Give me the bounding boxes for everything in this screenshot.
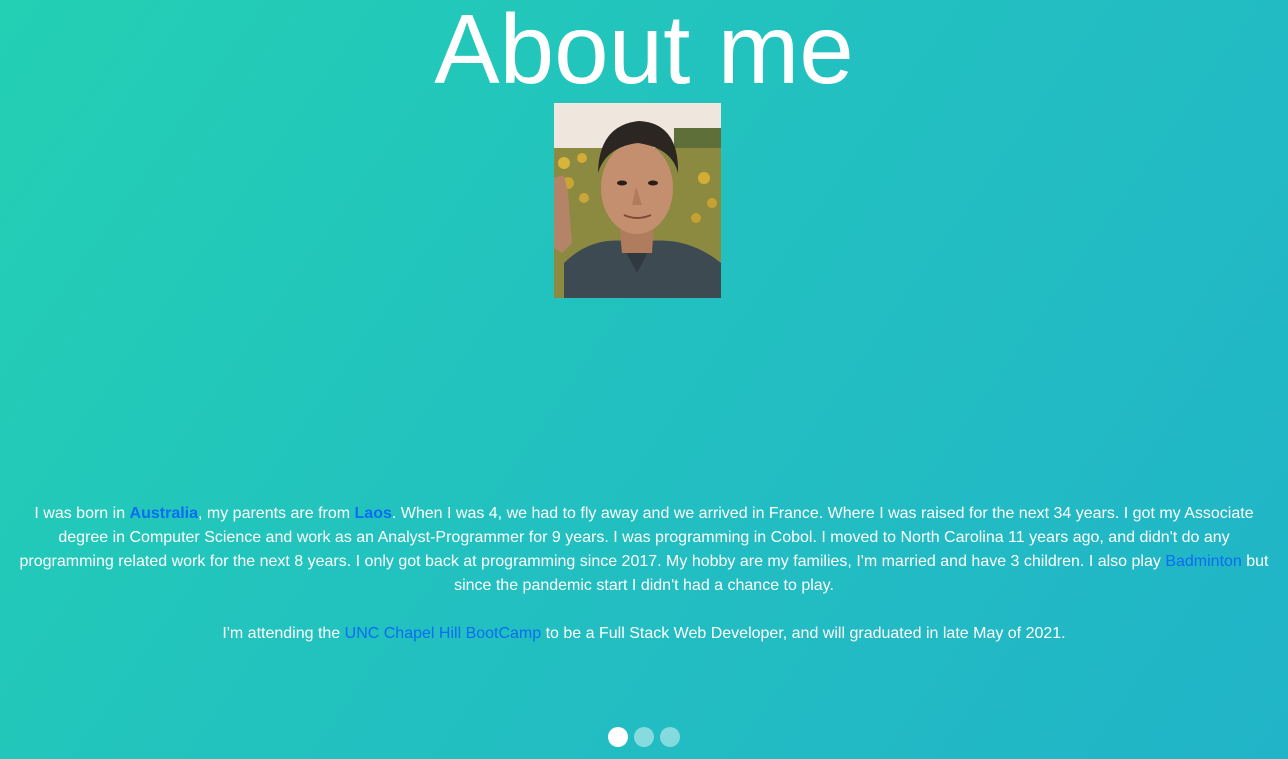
australia-link[interactable]: Australia: [130, 505, 198, 522]
bootcamp-link[interactable]: UNC Chapel Hill BootCamp: [345, 625, 542, 642]
carousel-dot-1[interactable]: [608, 727, 628, 747]
carousel-dot-3[interactable]: [660, 727, 680, 747]
profile-photo: [554, 103, 721, 298]
laos-link[interactable]: Laos: [355, 505, 392, 522]
bio-paragraph-2: I'm attending the UNC Chapel Hill BootCa…: [222, 625, 1066, 642]
carousel-dot-2[interactable]: [634, 727, 654, 747]
badminton-link[interactable]: Badminton: [1165, 553, 1242, 570]
bio-paragraph-1: I was born in Australia, my parents are …: [19, 505, 1269, 594]
carousel-indicators: [0, 727, 1288, 747]
bio-section: I was born in Australia, my parents are …: [16, 502, 1272, 670]
page-title: About me: [434, 0, 854, 104]
